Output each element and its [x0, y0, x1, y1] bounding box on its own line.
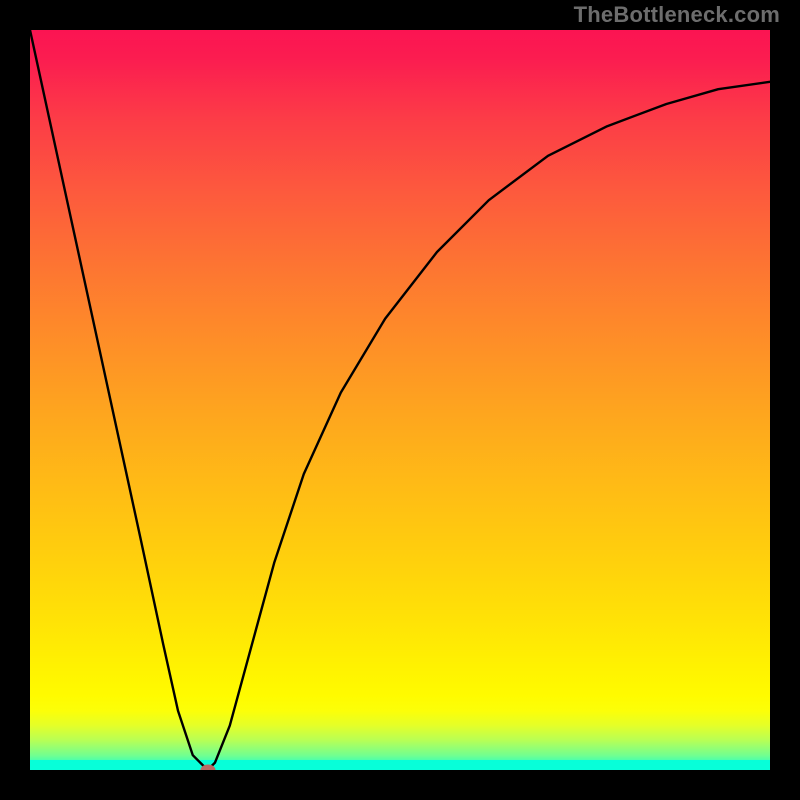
chart-frame: TheBottleneck.com: [0, 0, 800, 800]
bottleneck-curve: [30, 30, 770, 770]
optimum-marker: [200, 765, 215, 771]
watermark-text: TheBottleneck.com: [574, 2, 780, 28]
curve-path: [30, 30, 770, 770]
plot-area: [30, 30, 770, 770]
